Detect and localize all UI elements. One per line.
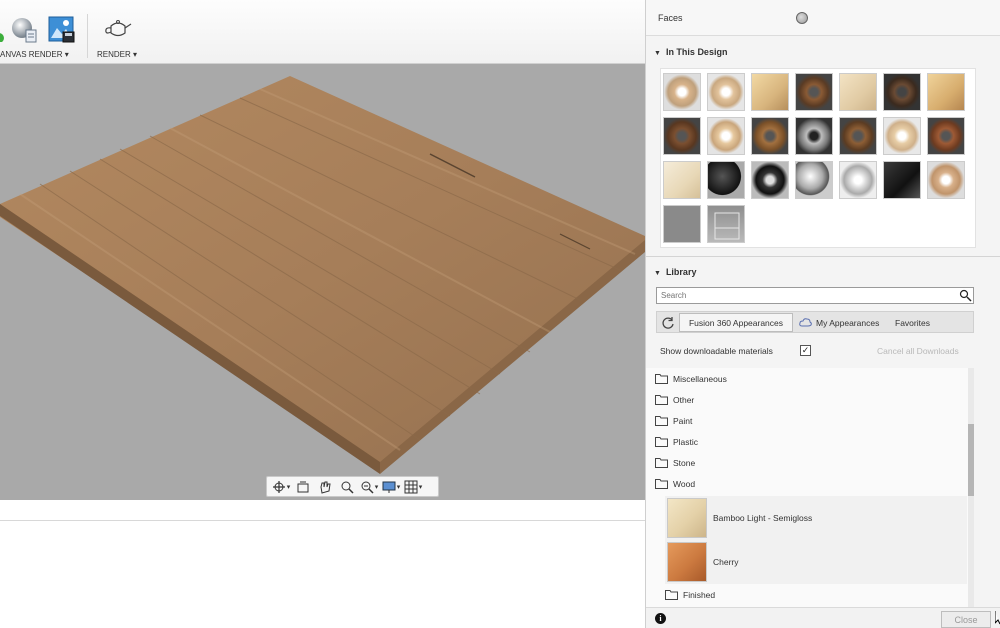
swatch-wood-block[interactable] bbox=[927, 73, 965, 111]
library-tabs: Fusion 360 Appearances My Appearances Fa… bbox=[656, 311, 974, 333]
faces-label: Faces bbox=[658, 13, 683, 23]
folder-label: Paint bbox=[673, 415, 693, 426]
grid-icon[interactable]: ▾ bbox=[402, 477, 424, 496]
appearance-panel: Faces ▼ In This Design ▼ Library Search … bbox=[645, 0, 1000, 628]
sphere-icon[interactable] bbox=[10, 16, 37, 43]
swatch-wood-ring[interactable] bbox=[707, 73, 745, 111]
scrollbar-thumb[interactable] bbox=[968, 424, 974, 496]
library-scrollbar[interactable] bbox=[968, 368, 974, 608]
folder-icon bbox=[655, 395, 668, 405]
swatch-dark-ring[interactable] bbox=[839, 117, 877, 155]
timeline-area bbox=[0, 500, 645, 628]
swatch-black-ring[interactable] bbox=[751, 161, 789, 199]
swatch-dark-ring[interactable] bbox=[795, 73, 833, 111]
faces-row: Faces bbox=[646, 0, 1000, 36]
swatch-black-sphere[interactable] bbox=[707, 161, 745, 199]
folder-icon bbox=[655, 458, 668, 468]
material-item-cherry[interactable]: Cherry bbox=[665, 540, 967, 584]
show-downloadable-label: Show downloadable materials bbox=[660, 346, 773, 356]
folder-icon bbox=[655, 374, 668, 384]
swatch-wood-ring[interactable] bbox=[663, 73, 701, 111]
wood-board-model[interactable] bbox=[0, 64, 645, 500]
search-icon[interactable] bbox=[959, 289, 972, 302]
navigation-bar: ▾ ▾ ▾ ▾ bbox=[266, 476, 439, 497]
folder-label: Finished bbox=[683, 589, 716, 600]
canvas-render-icon[interactable] bbox=[48, 16, 75, 43]
in-this-design-grid bbox=[660, 68, 976, 248]
look-at-icon[interactable] bbox=[292, 477, 314, 496]
display-settings-icon[interactable]: ▾ bbox=[380, 477, 402, 496]
folder-label: Other bbox=[673, 394, 695, 405]
library-header[interactable]: ▼ Library bbox=[654, 267, 696, 277]
pan-icon[interactable] bbox=[314, 477, 336, 496]
material-thumbnail bbox=[667, 542, 707, 582]
faces-radio[interactable] bbox=[796, 12, 808, 24]
material-label: Bamboo Light - Semigloss bbox=[713, 513, 813, 523]
swatch-wood-ring[interactable] bbox=[707, 117, 745, 155]
folder-item-wood[interactable]: Wood bbox=[646, 473, 971, 494]
swatch-dark-ring[interactable] bbox=[883, 73, 921, 111]
info-icon[interactable]: i bbox=[655, 613, 666, 624]
in-this-design-header[interactable]: ▼ In This Design bbox=[654, 47, 727, 57]
folder-label: Wood bbox=[673, 478, 696, 489]
library-folder-list: Miscellaneous Other Paint Plastic Stone … bbox=[646, 368, 971, 608]
in-this-design-title: In This Design bbox=[665, 47, 728, 57]
swatch-chrome-sphere[interactable] bbox=[795, 161, 833, 199]
toolbar-divider bbox=[87, 14, 88, 58]
swatch-dark-ring[interactable] bbox=[927, 117, 965, 155]
folder-item-stone[interactable]: Stone bbox=[646, 452, 971, 473]
panel-footer: i Close bbox=[646, 607, 1000, 628]
mouse-cursor-icon bbox=[995, 611, 1000, 625]
cloud-icon bbox=[799, 318, 812, 327]
swatch-wood-block[interactable] bbox=[751, 73, 789, 111]
swatch-wood-ring[interactable] bbox=[883, 117, 921, 155]
folder-item-plastic[interactable]: Plastic bbox=[646, 431, 971, 452]
swatch-light-block[interactable] bbox=[839, 73, 877, 111]
folder-item-miscellaneous[interactable]: Miscellaneous bbox=[646, 368, 971, 389]
folder-icon bbox=[655, 416, 668, 426]
render-label[interactable]: RENDER ▾ bbox=[97, 50, 137, 59]
folder-item-paint[interactable]: Paint bbox=[646, 410, 971, 431]
teapot-icon[interactable] bbox=[103, 16, 133, 42]
show-downloadable-checkbox[interactable]: ✓ bbox=[800, 345, 811, 356]
folder-item-other[interactable]: Other bbox=[646, 389, 971, 410]
material-label: Cherry bbox=[713, 557, 739, 567]
folder-label: Plastic bbox=[673, 436, 699, 447]
tab-my-appearances[interactable]: My Appearances bbox=[799, 313, 879, 332]
3d-viewport[interactable]: ▾ ▾ ▾ ▾ bbox=[0, 64, 645, 500]
swatch-grey-plane[interactable] bbox=[663, 205, 701, 243]
folder-label: Miscellaneous bbox=[673, 373, 727, 384]
search-input[interactable] bbox=[656, 287, 974, 304]
material-item-bamboo[interactable]: Bamboo Light - Semigloss bbox=[665, 496, 967, 540]
cancel-all-downloads-link[interactable]: Cancel all Downloads bbox=[877, 346, 959, 356]
material-thumbnail bbox=[667, 498, 707, 538]
swatch-chrome-ring[interactable] bbox=[795, 117, 833, 155]
library-title: Library bbox=[665, 267, 697, 277]
folder-label: Stone bbox=[673, 457, 696, 468]
collapse-triangle-icon: ▼ bbox=[654, 50, 661, 57]
toolbar: ANVAS RENDER ▾ RENDER ▾ bbox=[0, 0, 645, 64]
swatch-wood-ring[interactable] bbox=[927, 161, 965, 199]
zoom-icon[interactable] bbox=[336, 477, 358, 496]
swatch-dark-ring[interactable] bbox=[663, 117, 701, 155]
fit-icon[interactable]: ▾ bbox=[358, 477, 380, 496]
folder-open-icon bbox=[655, 479, 668, 489]
refresh-icon[interactable] bbox=[661, 316, 675, 330]
close-button[interactable]: Close bbox=[941, 611, 991, 628]
section-divider bbox=[646, 256, 1000, 257]
swatch-black-block[interactable] bbox=[883, 161, 921, 199]
swatch-dark-ring[interactable] bbox=[751, 117, 789, 155]
canvas-render-label[interactable]: ANVAS RENDER ▾ bbox=[0, 50, 69, 59]
tab-my-appearances-label: My Appearances bbox=[816, 317, 880, 328]
collapse-triangle-icon: ▼ bbox=[654, 270, 661, 277]
swatch-light-block[interactable] bbox=[663, 161, 701, 199]
swatch-white-ring[interactable] bbox=[839, 161, 877, 199]
orbit-icon[interactable]: ▾ bbox=[270, 477, 292, 496]
tab-favorites[interactable]: Favorites bbox=[895, 313, 930, 332]
folder-item-finished[interactable]: Finished bbox=[656, 584, 966, 605]
folder-icon bbox=[655, 437, 668, 447]
tab-fusion-360-appearances[interactable]: Fusion 360 Appearances bbox=[679, 313, 793, 332]
folder-icon bbox=[665, 590, 678, 600]
swatch-glass-box[interactable] bbox=[707, 205, 745, 243]
